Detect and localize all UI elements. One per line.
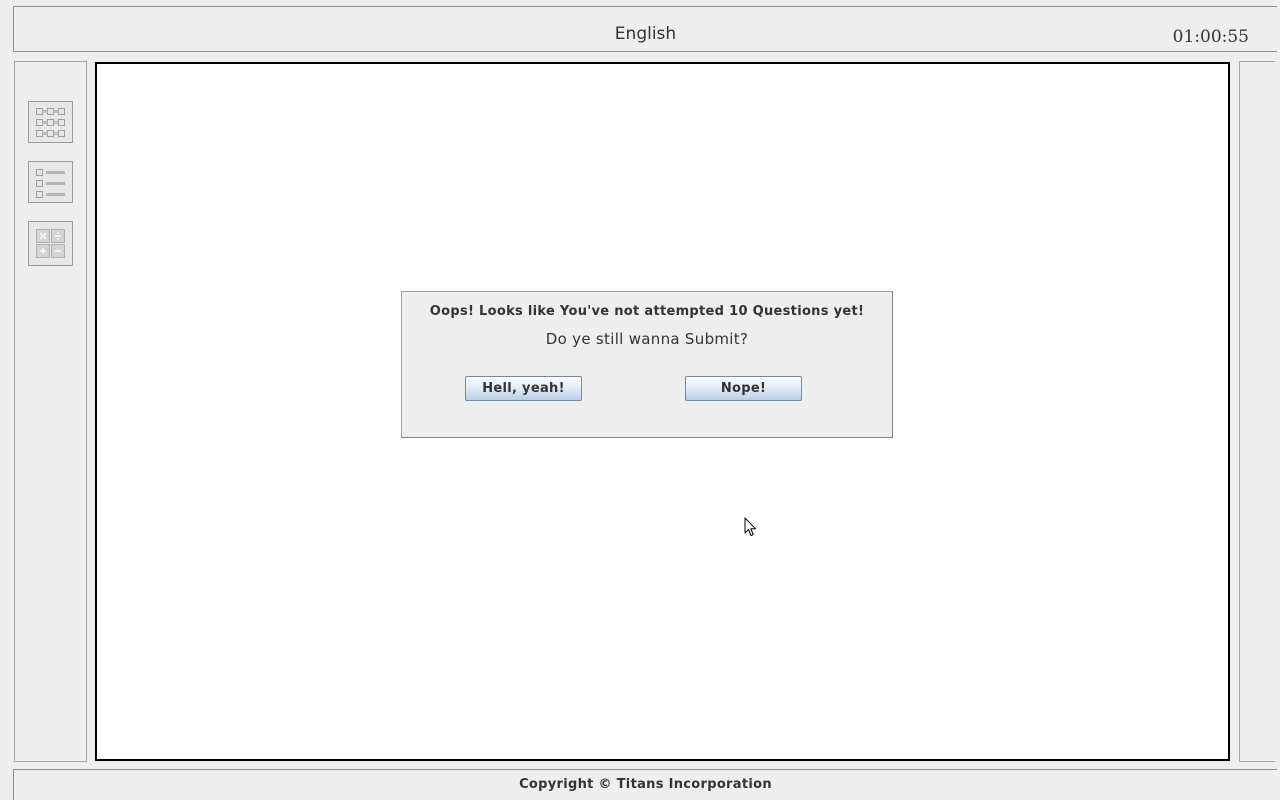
question-list-button[interactable]	[28, 161, 73, 203]
cancel-submit-button[interactable]: Nope!	[685, 376, 802, 401]
dialog-message: Oops! Looks like You've not attempted 10…	[429, 304, 865, 319]
dialog-question: Do ye still wanna Submit?	[545, 330, 749, 348]
submit-confirmation-dialog: Oops! Looks like You've not attempted 10…	[401, 291, 893, 438]
countdown-timer: 01:00:55	[1172, 27, 1249, 47]
app-window: English 01:00:55 Oops! Looks like You've…	[0, 0, 1280, 800]
header-bar: English 01:00:55	[13, 6, 1277, 52]
confirm-submit-button[interactable]: Hell, yeah!	[465, 376, 582, 401]
footer-bar: Copyright © Titans Incorporation	[13, 769, 1277, 800]
list-icon	[36, 168, 65, 198]
right-sidebar	[1239, 61, 1275, 762]
copyright-text: Copyright © Titans Incorporation	[519, 777, 772, 792]
mouse-cursor-icon	[744, 517, 756, 536]
tool-sidebar	[14, 61, 87, 762]
calculator-button[interactable]	[28, 221, 73, 266]
grid-icon	[36, 107, 65, 137]
question-grid-button[interactable]	[28, 101, 73, 143]
subject-title: English	[614, 24, 677, 44]
calculator-icon	[36, 229, 65, 258]
